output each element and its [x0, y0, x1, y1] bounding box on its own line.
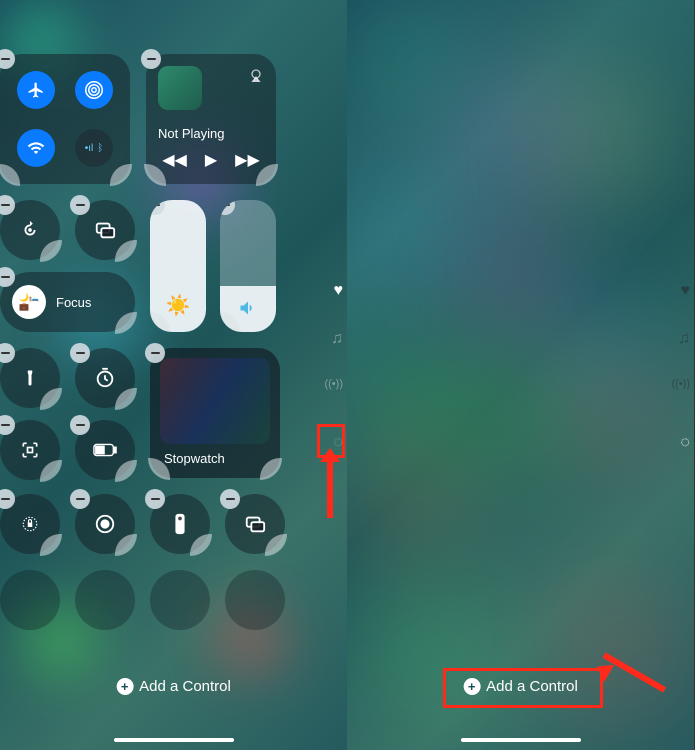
control-center-edit-pane: •ılᛒ Not Playing ◀◀ ▶ ▶▶ [0, 0, 347, 750]
annotation-arrow-1 [327, 458, 333, 518]
remove-button[interactable] [0, 489, 15, 509]
media-status-label: Not Playing [158, 126, 224, 141]
annotation-highlight-add [443, 668, 603, 708]
screen-mirroring-button-2[interactable] [225, 494, 285, 554]
remove-button[interactable] [220, 200, 235, 215]
home-indicator[interactable] [461, 738, 581, 742]
focus-icon: 🌙🛏️💼 [12, 285, 46, 319]
remove-button[interactable] [0, 343, 15, 363]
plus-icon: + [116, 678, 133, 695]
annotation-arrow-2 [604, 632, 674, 672]
music-indicator[interactable]: ♫ [331, 330, 343, 348]
cellular-bluetooth-toggle[interactable]: •ılᛒ [75, 129, 113, 167]
control-center-blank-pane: ♥ ♫ ((•)) ◌ + Add a Control [347, 0, 694, 750]
media-playback-module[interactable]: Not Playing ◀◀ ▶ ▶▶ [146, 54, 276, 184]
connectivity-module[interactable]: •ılᛒ [0, 54, 130, 184]
remove-button[interactable] [70, 195, 90, 215]
low-power-button[interactable] [75, 420, 135, 480]
lock-button[interactable] [0, 494, 60, 554]
stopwatch-label: Stopwatch [164, 451, 225, 466]
empty-slot[interactable] [0, 570, 60, 630]
remote-button[interactable] [150, 494, 210, 554]
empty-slot[interactable] [75, 570, 135, 630]
wifi-toggle[interactable] [17, 129, 55, 167]
connectivity-indicator[interactable]: ((•)) [671, 378, 690, 390]
remove-button[interactable] [145, 489, 165, 509]
focus-label: Focus [56, 295, 91, 310]
empty-slot[interactable] [150, 570, 210, 630]
rotation-lock-button[interactable] [0, 200, 60, 260]
remove-button[interactable] [0, 195, 15, 215]
code-scanner-button[interactable] [0, 420, 60, 480]
album-art-placeholder [158, 66, 202, 110]
timer-button[interactable] [75, 348, 135, 408]
remove-button[interactable] [141, 49, 161, 69]
favorites-indicator[interactable]: ♥ [334, 282, 344, 300]
brightness-slider[interactable]: ☀️ [150, 200, 206, 332]
airplane-mode-toggle[interactable] [17, 71, 55, 109]
remove-button[interactable] [0, 267, 15, 287]
music-indicator[interactable]: ♫ [678, 330, 690, 348]
stopwatch-module[interactable]: Stopwatch [150, 348, 280, 478]
airplay-icon[interactable] [248, 68, 264, 84]
flashlight-button[interactable] [0, 348, 60, 408]
add-control-button[interactable]: + Add a Control [116, 678, 231, 695]
brightness-icon: ☀️ [166, 293, 191, 318]
volume-icon [238, 298, 258, 318]
remove-button[interactable] [0, 49, 15, 69]
empty-slot[interactable] [225, 570, 285, 630]
remove-button[interactable] [70, 343, 90, 363]
remove-button[interactable] [70, 489, 90, 509]
remove-button[interactable] [145, 343, 165, 363]
focus-button[interactable]: 🌙🛏️💼 Focus [0, 272, 135, 332]
connectivity-indicator[interactable]: ((•)) [324, 378, 343, 390]
remove-button[interactable] [220, 489, 240, 509]
remove-button[interactable] [150, 200, 165, 215]
remove-button[interactable] [70, 415, 90, 435]
previous-track-button[interactable]: ◀◀ [162, 150, 187, 170]
screen-mirroring-button[interactable] [75, 200, 135, 260]
play-button[interactable]: ▶ [205, 150, 217, 170]
favorites-indicator[interactable]: ♥ [681, 282, 691, 300]
volume-slider[interactable] [220, 200, 276, 332]
add-control-label: Add a Control [139, 678, 231, 695]
home-indicator[interactable] [114, 738, 234, 742]
screen-record-button[interactable] [75, 494, 135, 554]
custom-page-indicator[interactable]: ◌ [680, 434, 690, 452]
next-track-button[interactable]: ▶▶ [235, 150, 260, 170]
remove-button[interactable] [0, 415, 15, 435]
airdrop-toggle[interactable] [75, 71, 113, 109]
